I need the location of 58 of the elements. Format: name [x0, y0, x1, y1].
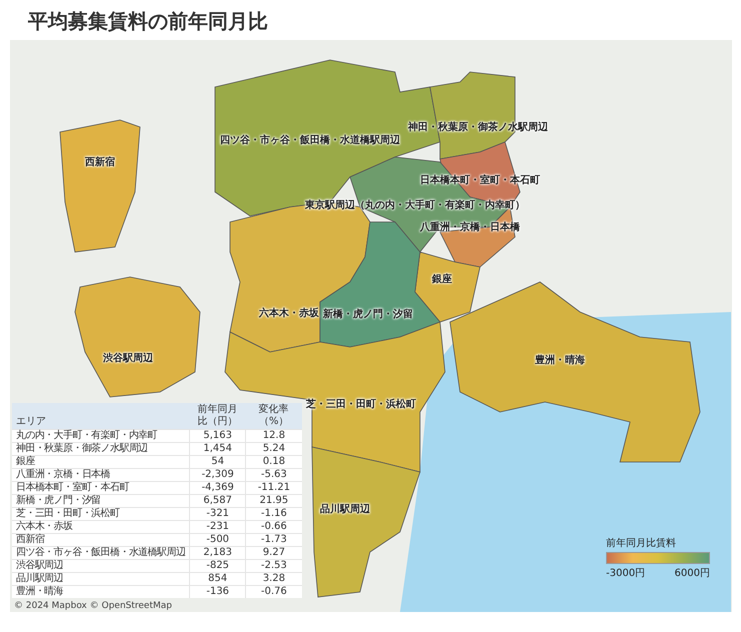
column-header: 前年同月比（円） — [190, 403, 246, 430]
table-cell: 渋谷駅周辺 — [12, 560, 190, 572]
table-cell: -2.53 — [246, 560, 302, 572]
table-cell: 5.24 — [246, 442, 302, 456]
region-label: 豊洲・晴海 — [535, 354, 585, 367]
region-label: 六本木・赤坂 — [259, 306, 319, 320]
page-title: 平均募集賃料の前年同月比 — [27, 8, 269, 35]
table-cell: 12.8 — [246, 430, 302, 442]
column-header: 変化率（%） — [246, 403, 302, 430]
table-cell: -0.66 — [246, 520, 302, 534]
table-cell: -136 — [190, 586, 246, 598]
table-cell: 神田・秋葉原・御茶ノ水駅周辺 — [12, 442, 190, 456]
table-cell: 新橋・虎ノ門・汐留 — [12, 494, 190, 508]
table-cell: 54 — [190, 456, 246, 468]
region-label: 西新宿 — [85, 155, 115, 169]
table-cell: -4,369 — [190, 482, 246, 494]
table-cell: -0.76 — [246, 586, 302, 598]
table-cell: -1.73 — [246, 534, 302, 546]
region-label: 新橋・虎ノ門・汐留 — [323, 307, 413, 321]
table-cell: 854 — [190, 572, 246, 586]
table-cell: 銀座 — [12, 456, 190, 468]
table-cell: -500 — [190, 534, 246, 546]
table-cell: 丸の内・大手町・有楽町・内幸町 — [12, 430, 190, 442]
map-region[interactable] — [60, 120, 140, 252]
table-cell: 日本橋本町・室町・本石町 — [12, 482, 190, 494]
table-cell: 2,183 — [190, 546, 246, 560]
legend-min-label: -3000円 — [606, 567, 646, 580]
map-region[interactable] — [74, 276, 200, 398]
table-cell: 四ツ谷・市ヶ谷・飯田橋・水道橋駅周辺 — [12, 546, 190, 560]
table-cell: 芝・三田・田町・浜松町 — [12, 508, 190, 520]
table-cell: -11.21 — [246, 482, 302, 494]
region-label: 渋谷駅周辺 — [103, 352, 153, 365]
table-cell: 1,454 — [190, 442, 246, 456]
table-cell: -5.63 — [246, 468, 302, 482]
table-cell: -321 — [190, 508, 246, 520]
table-cell: 品川駅周辺 — [12, 572, 190, 586]
map-attribution: © 2024 Mapbox © OpenStreetMap — [14, 601, 172, 611]
table-cell: -1.16 — [246, 508, 302, 520]
legend-max-label: 6000円 — [674, 567, 710, 580]
table-cell: -825 — [190, 560, 246, 572]
table-cell: 21.95 — [246, 494, 302, 508]
table-cell: 六本木・赤坂 — [12, 520, 190, 534]
table-cell: 八重洲・京橋・日本橋 — [12, 468, 190, 482]
table-cell: 5,163 — [190, 430, 246, 442]
table-cell: 0.18 — [246, 456, 302, 468]
map-region[interactable] — [312, 446, 421, 598]
table-cell: -231 — [190, 520, 246, 534]
column-header: エリア — [12, 403, 190, 430]
table-cell: 西新宿 — [12, 534, 190, 546]
table-cell: 豊洲・晴海 — [12, 586, 190, 598]
table-cell: 3.28 — [246, 572, 302, 586]
region-label: 品川駅周辺 — [320, 502, 370, 516]
table-cell: -2,309 — [190, 468, 246, 482]
table-cell: 9.27 — [246, 546, 302, 560]
region-label: 四ツ谷・市ヶ谷・飯田橋・水道橋駅周辺 — [220, 133, 400, 147]
legend-title: 前年同月比賃料 — [606, 536, 677, 550]
table-cell: 6,587 — [190, 494, 246, 508]
region-label: 銀座 — [432, 272, 452, 286]
